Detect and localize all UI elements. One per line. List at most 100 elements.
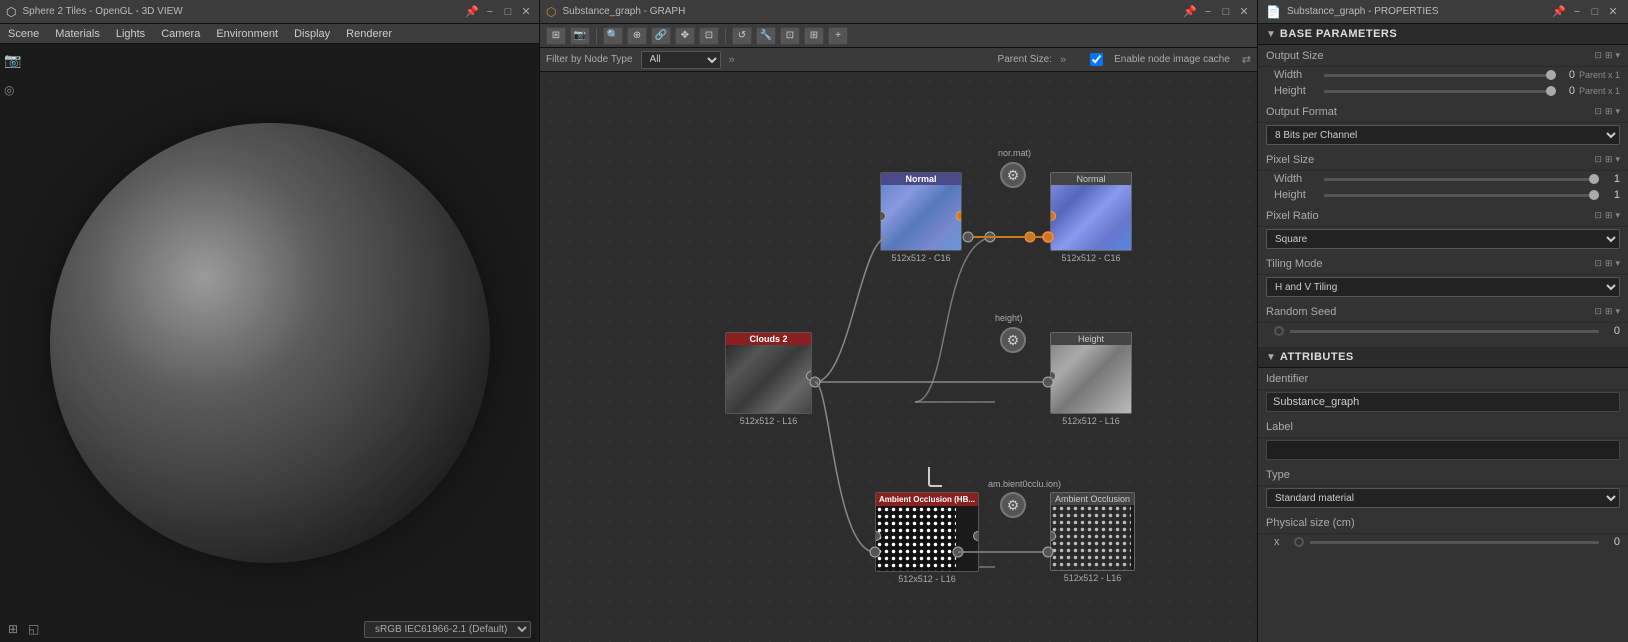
gear-node-ambient[interactable]: ⚙ <box>1000 492 1026 518</box>
type-select[interactable]: Standard material <box>1266 488 1620 508</box>
filter-expand[interactable]: » <box>729 54 735 66</box>
output-size-chevron[interactable]: ▾ <box>1615 50 1620 61</box>
tool-eye[interactable]: ⊡ <box>780 27 800 45</box>
menu-scene[interactable]: Scene <box>6 28 41 40</box>
tool-link[interactable]: 🔗 <box>651 27 671 45</box>
output-size-icon1[interactable]: ⊡ <box>1594 50 1602 61</box>
random-seed-circle[interactable] <box>1274 326 1284 336</box>
base-params-section-header[interactable]: ▼ BASE PARAMETERS <box>1258 24 1628 45</box>
filter-select[interactable]: All <box>641 51 721 69</box>
props-pin-icon[interactable]: 📌 <box>1552 5 1566 19</box>
menu-environment[interactable]: Environment <box>214 28 280 40</box>
identifier-input[interactable] <box>1266 392 1620 412</box>
enable-cache-checkbox[interactable] <box>1090 53 1103 66</box>
tool-nav[interactable]: ✥ <box>675 27 695 45</box>
pin-icon[interactable]: 📌 <box>465 5 479 19</box>
tool-rotate[interactable]: ↺ <box>732 27 752 45</box>
output-width-slider[interactable] <box>1324 74 1556 77</box>
graph-close-icon[interactable]: ✕ <box>1237 5 1251 19</box>
props-icon: 📄 <box>1266 5 1281 19</box>
tiling-mode-chevron[interactable]: ▾ <box>1615 258 1620 269</box>
3d-menu-bar: Scene Materials Lights Camera Environmen… <box>0 24 539 44</box>
output-height-slider[interactable] <box>1324 90 1556 93</box>
tool-frame[interactable]: ⊡ <box>699 27 719 45</box>
cache-icon[interactable]: ⇄ <box>1242 53 1251 66</box>
output-format-icon2[interactable]: ⊞ <box>1605 106 1613 117</box>
normal-mat-label: nor.mat) <box>998 148 1031 158</box>
camera-icon[interactable]: 📷 <box>4 52 21 69</box>
tool-grid[interactable]: ⊞ <box>804 27 824 45</box>
label-input[interactable] <box>1266 440 1620 460</box>
node-ambient-in-connector-right[interactable] <box>973 531 979 541</box>
graph-pin-icon[interactable]: 📌 <box>1183 5 1197 19</box>
pixel-ratio-icon2[interactable]: ⊞ <box>1605 210 1613 221</box>
menu-camera[interactable]: Camera <box>159 28 202 40</box>
parent-size-expand[interactable]: » <box>1060 54 1066 66</box>
output-format-chevron[interactable]: ▾ <box>1615 106 1620 117</box>
attributes-section-header[interactable]: ▼ ATTRIBUTES <box>1258 347 1628 368</box>
node-ambient-in-thumbnail <box>876 506 956 571</box>
gear-node-normal[interactable]: ⚙ <box>1000 162 1026 188</box>
graph-canvas[interactable]: ⚙ nor.mat) Normal 512x512 - C16 <box>540 72 1257 642</box>
tool-move[interactable]: ⊕ <box>627 27 647 45</box>
props-maximize-icon[interactable]: □ <box>1588 5 1602 19</box>
output-width-value: 0 <box>1560 69 1575 81</box>
graph-maximize-icon[interactable]: □ <box>1219 5 1233 19</box>
pixel-size-icon2[interactable]: ⊞ <box>1605 154 1613 165</box>
height-label-above: height) <box>995 313 1023 323</box>
pixel-height-slider[interactable] <box>1324 194 1599 197</box>
tool-search[interactable]: 🔍 <box>603 27 623 45</box>
output-format-select[interactable]: 8 Bits per Channel <box>1266 125 1620 145</box>
random-seed-icon2[interactable]: ⊞ <box>1605 306 1613 317</box>
tool-plus[interactable]: + <box>828 27 848 45</box>
base-params-title: BASE PARAMETERS <box>1280 28 1397 40</box>
attributes-title: ATTRIBUTES <box>1280 351 1354 363</box>
color-profile-select[interactable]: sRGB IEC61966-2.1 (Default) <box>364 621 531 638</box>
menu-lights[interactable]: Lights <box>114 28 147 40</box>
node-normal1-connector-right[interactable] <box>956 211 962 221</box>
menu-display[interactable]: Display <box>292 28 332 40</box>
pixel-size-chevron[interactable]: ▾ <box>1615 154 1620 165</box>
output-size-icon2[interactable]: ⊞ <box>1605 50 1613 61</box>
output-width-suffix: Parent x 1 <box>1579 70 1620 80</box>
eye-icon[interactable]: ◎ <box>4 83 21 97</box>
tool-wrench[interactable]: 🔧 <box>756 27 776 45</box>
output-height-thumb[interactable] <box>1546 86 1556 96</box>
output-format-icon1[interactable]: ⊡ <box>1594 106 1602 117</box>
tiling-mode-select[interactable]: H and V Tiling <box>1266 277 1620 297</box>
pixel-width-thumb[interactable] <box>1589 174 1599 184</box>
physical-size-slider[interactable] <box>1310 541 1599 544</box>
minimize-icon[interactable]: − <box>483 5 497 19</box>
pixel-ratio-icon1[interactable]: ⊡ <box>1594 210 1602 221</box>
tiling-mode-icon2[interactable]: ⊞ <box>1605 258 1613 269</box>
pixel-ratio-select[interactable]: Square <box>1266 229 1620 249</box>
tool-select[interactable]: ⊞ <box>546 27 566 45</box>
menu-renderer[interactable]: Renderer <box>344 28 394 40</box>
tool-camera[interactable]: 📷 <box>570 27 590 45</box>
close-icon[interactable]: ✕ <box>519 5 533 19</box>
random-seed-icon1[interactable]: ⊡ <box>1594 306 1602 317</box>
pixel-size-icon1[interactable]: ⊡ <box>1594 154 1602 165</box>
node-clouds2-connector-right[interactable] <box>806 371 812 381</box>
left-viewport-icons: 📷 ◎ <box>4 52 21 97</box>
random-seed-slider[interactable] <box>1290 330 1599 333</box>
pixel-ratio-chevron[interactable]: ▾ <box>1615 210 1620 221</box>
panels-row: ⬡ Sphere 2 Tiles - OpenGL - 3D VIEW 📌 − … <box>0 0 1628 642</box>
viewport-icon2[interactable]: ◱ <box>28 622 44 638</box>
output-size-row-header: Output Size ⊡ ⊞ ▾ <box>1258 45 1628 67</box>
maximize-icon[interactable]: □ <box>501 5 515 19</box>
layers-icon[interactable]: ⊞ <box>8 622 24 638</box>
physical-size-circle[interactable] <box>1294 537 1304 547</box>
physical-size-row: Physical size (cm) <box>1258 512 1628 534</box>
graph-minimize-icon[interactable]: − <box>1201 5 1215 19</box>
gear-node-height[interactable]: ⚙ <box>1000 327 1026 353</box>
props-minimize-icon[interactable]: − <box>1570 5 1584 19</box>
tiling-mode-icon1[interactable]: ⊡ <box>1594 258 1602 269</box>
menu-materials[interactable]: Materials <box>53 28 102 40</box>
pixel-height-thumb[interactable] <box>1589 190 1599 200</box>
output-width-thumb[interactable] <box>1546 70 1556 80</box>
type-label: Type <box>1266 469 1366 481</box>
pixel-width-slider[interactable] <box>1324 178 1599 181</box>
random-seed-chevron[interactable]: ▾ <box>1615 306 1620 317</box>
props-close-icon[interactable]: ✕ <box>1606 5 1620 19</box>
